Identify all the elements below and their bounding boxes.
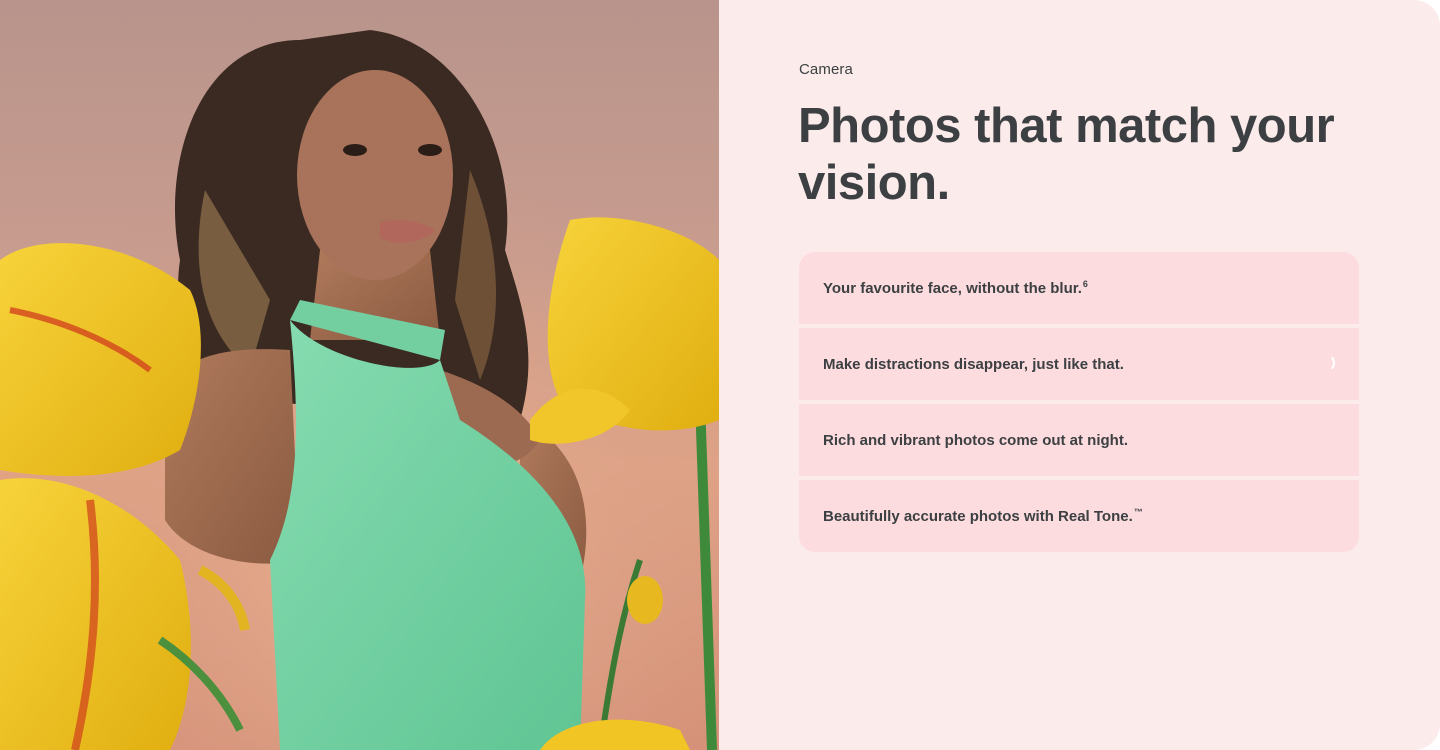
feature-item-face-unblur[interactable]: Your favourite face, without the blur.6 bbox=[799, 252, 1359, 324]
trademark-marker: ™ bbox=[1133, 507, 1143, 517]
feature-label: Your favourite face, without the blur.6 bbox=[823, 279, 1088, 297]
feature-label: Beautifully accurate photos with Real To… bbox=[823, 507, 1143, 525]
section-headline: Photos that match your vision. bbox=[798, 99, 1335, 210]
section-eyebrow: Camera bbox=[799, 61, 853, 78]
loading-spinner-icon bbox=[1317, 354, 1335, 372]
feature-panel: Camera Photos that match your vision. Yo… bbox=[719, 0, 1440, 750]
feature-label: Make distractions disappear, just like t… bbox=[823, 355, 1124, 373]
footnote-marker: 6 bbox=[1082, 279, 1088, 289]
feature-item-real-tone[interactable]: Beautifully accurate photos with Real To… bbox=[799, 480, 1359, 552]
portrait-illustration bbox=[0, 0, 719, 750]
feature-label: Rich and vibrant photos come out at nigh… bbox=[823, 431, 1129, 449]
feature-item-night-sight[interactable]: Rich and vibrant photos come out at nigh… bbox=[799, 404, 1359, 476]
camera-feature-card: Camera Photos that match your vision. Yo… bbox=[0, 0, 1440, 750]
portrait-photo bbox=[0, 0, 719, 750]
feature-list: Your favourite face, without the blur.6 … bbox=[799, 252, 1359, 552]
feature-item-magic-eraser[interactable]: Make distractions disappear, just like t… bbox=[799, 328, 1359, 400]
